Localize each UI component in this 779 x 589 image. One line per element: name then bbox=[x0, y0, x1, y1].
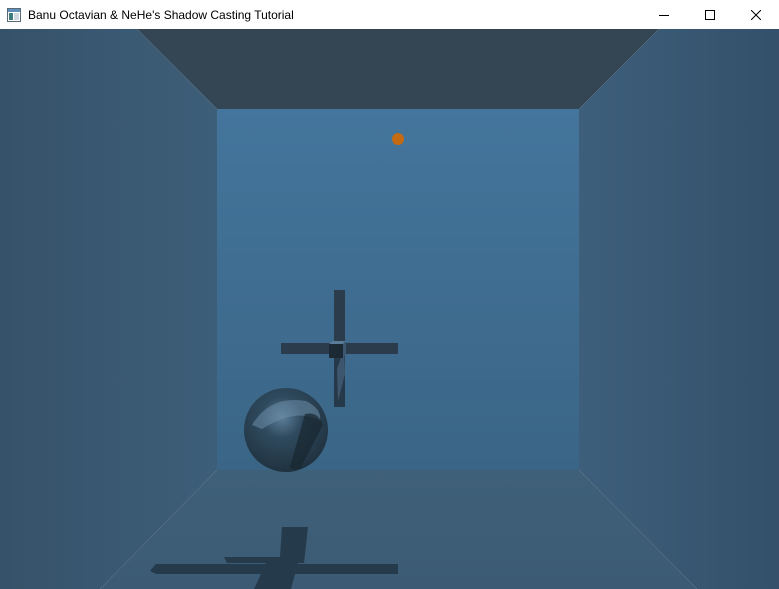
minimize-button[interactable] bbox=[641, 0, 687, 29]
close-icon bbox=[751, 9, 761, 20]
light-source bbox=[392, 133, 404, 145]
sphere-object bbox=[244, 388, 328, 472]
opengl-viewport[interactable] bbox=[0, 29, 779, 589]
close-button[interactable] bbox=[733, 0, 779, 29]
minimize-icon bbox=[659, 14, 669, 16]
maximize-icon bbox=[705, 9, 715, 20]
window-controls bbox=[641, 0, 779, 29]
app-window-icon[interactable] bbox=[6, 7, 22, 23]
ceiling bbox=[137, 29, 659, 109]
app-window: Banu Octavian & NeHe's Shadow Casting Tu… bbox=[0, 0, 779, 589]
title-bar[interactable]: Banu Octavian & NeHe's Shadow Casting Tu… bbox=[0, 0, 779, 29]
maximize-button[interactable] bbox=[687, 0, 733, 29]
window-title: Banu Octavian & NeHe's Shadow Casting Tu… bbox=[28, 7, 294, 22]
scene-canvas[interactable] bbox=[0, 29, 779, 589]
